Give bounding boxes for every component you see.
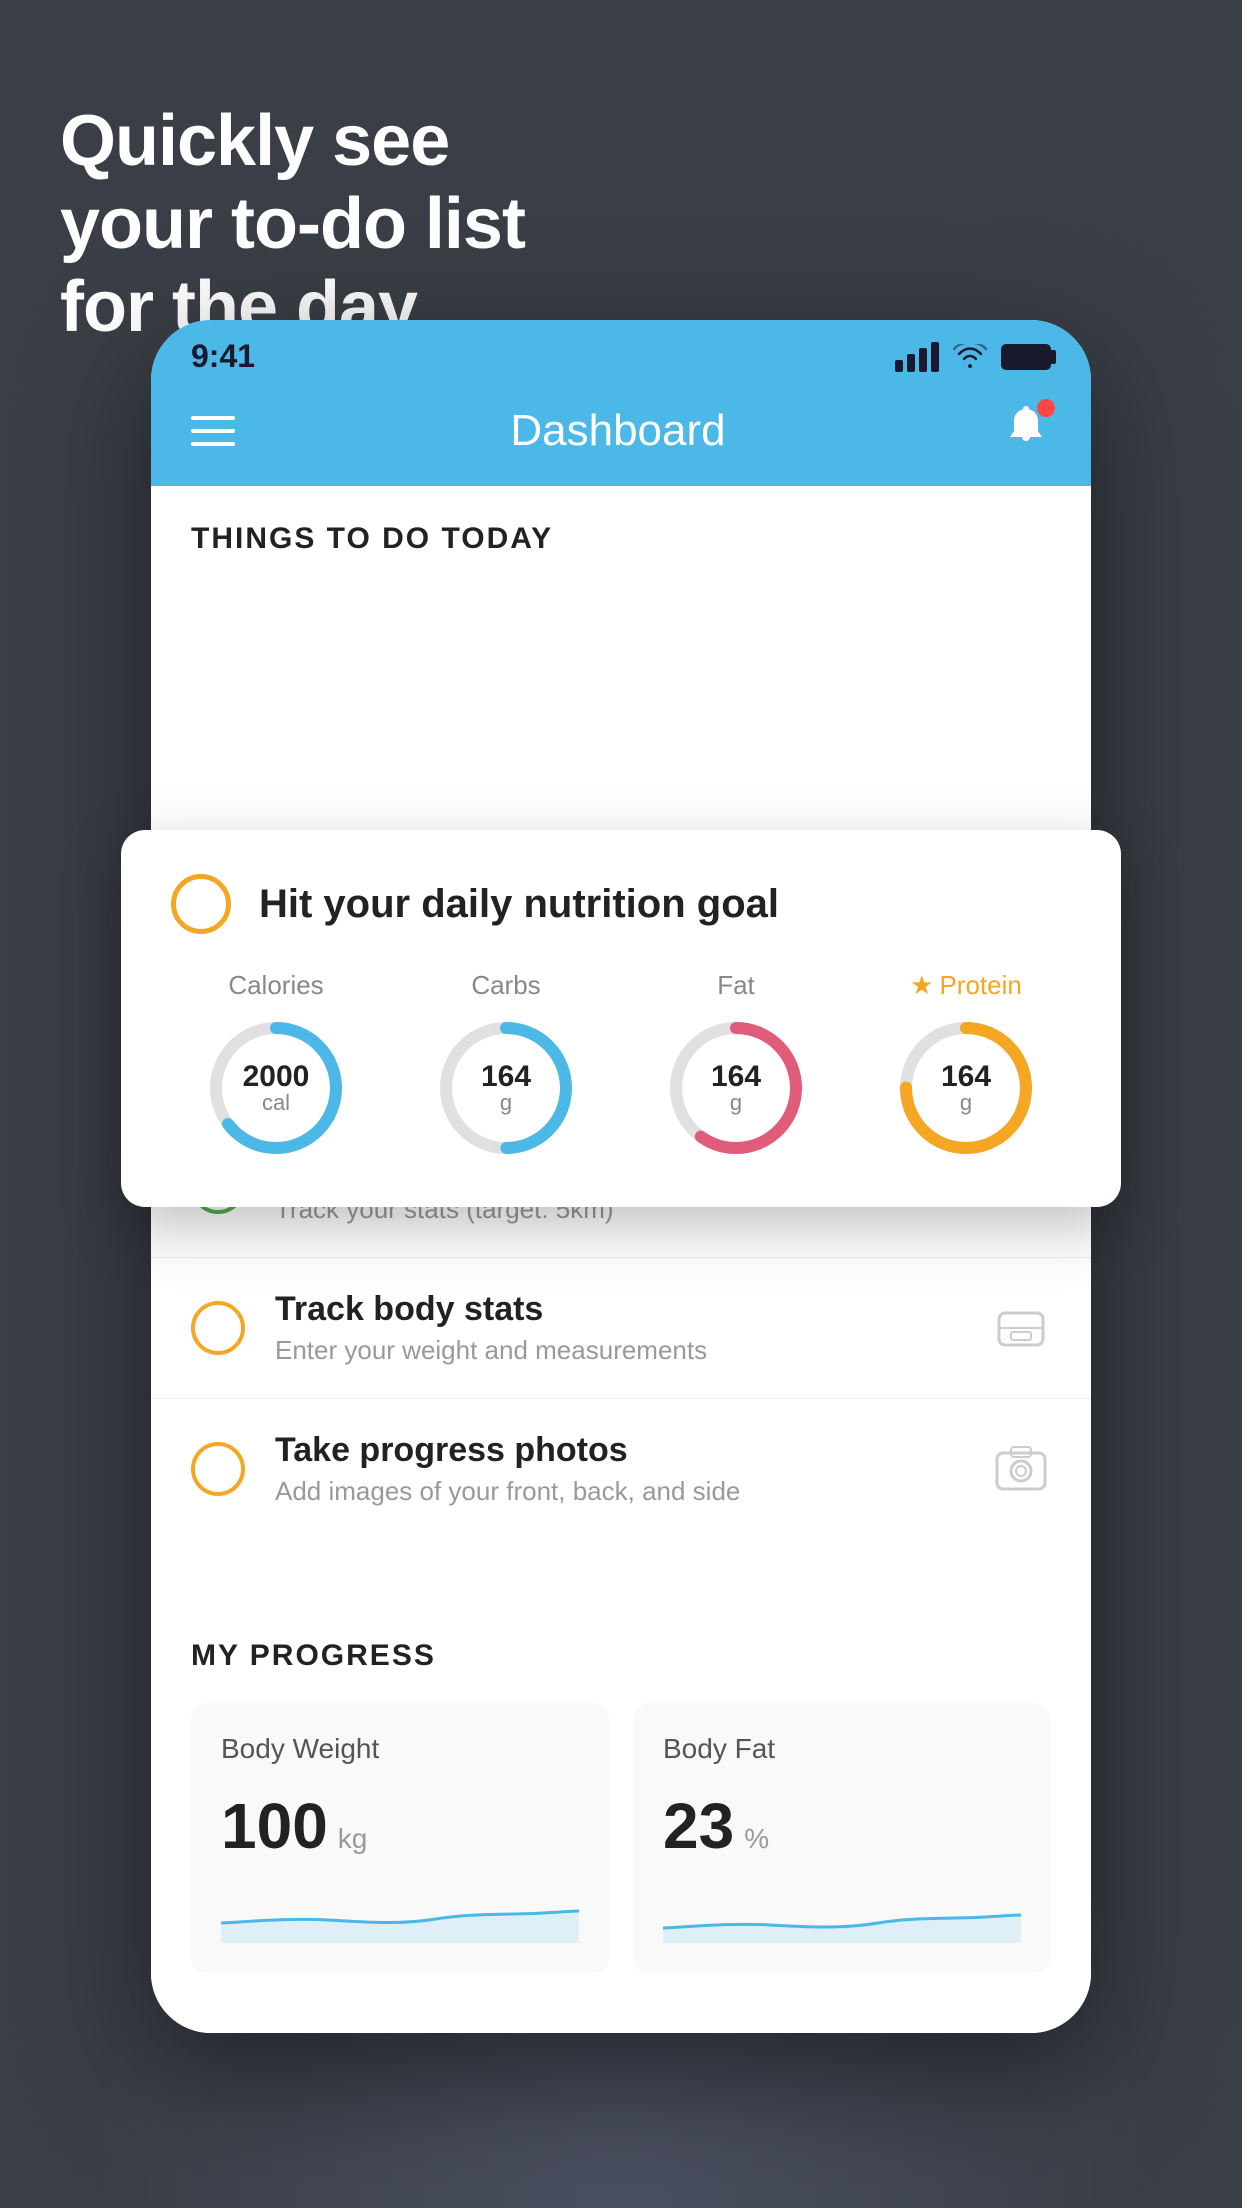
hero-line2: your to-do list [60,183,525,266]
progress-section: MY PROGRESS Body Weight 100 kg [151,1599,1091,2033]
notification-badge [1037,399,1055,417]
body-weight-title: Body Weight [221,1733,579,1765]
status-icons [895,342,1051,372]
notifications-button[interactable] [1001,403,1051,458]
nutrition-card: Hit your daily nutrition goal Calories 2… [121,830,1121,1207]
body-fat-unit: % [744,1823,769,1855]
carbs-donut: 164 g [431,1013,581,1163]
todo-info-photos: Take progress photos Add images of your … [275,1431,961,1507]
todo-name-body-stats: Track body stats [275,1290,961,1329]
star-icon: ★ [910,970,933,1001]
protein-value: 164 g [941,1060,991,1116]
calories-label: Calories [228,970,323,1001]
menu-button[interactable] [191,416,235,446]
nutrition-item-calories: Calories 2000 cal [201,970,351,1163]
progress-title: MY PROGRESS [191,1639,1051,1673]
body-weight-value: 100 kg [221,1789,579,1863]
hero-line1: Quickly see [60,100,525,183]
signal-bar-1 [895,360,903,372]
nutrition-item-protein: ★ Protein 164 g [891,970,1041,1163]
protein-label: ★ Protein [910,970,1022,1001]
fat-label: Fat [717,970,755,1001]
nutrition-check-circle[interactable] [171,874,231,934]
battery-icon [1001,344,1051,370]
progress-card-fat: Body Fat 23 % [633,1703,1051,1973]
todo-item-body-stats[interactable]: Track body stats Enter your weight and m… [151,1257,1091,1398]
signal-bar-4 [931,342,939,372]
protein-donut: 164 g [891,1013,1041,1163]
photo-icon [991,1439,1051,1499]
todo-sub-photos: Add images of your front, back, and side [275,1476,961,1507]
todo-check-photos[interactable] [191,1442,245,1496]
todo-check-body-stats[interactable] [191,1301,245,1355]
body-weight-number: 100 [221,1789,328,1863]
progress-grid: Body Weight 100 kg Body Fat [191,1703,1051,1973]
header-title: Dashboard [510,406,725,456]
calories-value: 2000 cal [243,1060,310,1116]
nutrition-grid: Calories 2000 cal Carbs [171,970,1071,1163]
signal-bar-2 [907,354,915,372]
body-weight-unit: kg [338,1823,368,1855]
nutrition-item-fat: Fat 164 g [661,970,811,1163]
todo-sub-body-stats: Enter your weight and measurements [275,1335,961,1366]
progress-card-weight: Body Weight 100 kg [191,1703,609,1973]
wifi-icon [953,344,987,370]
calories-donut: 2000 cal [201,1013,351,1163]
weight-chart [221,1883,579,1943]
carbs-label: Carbs [471,970,540,1001]
body-fat-title: Body Fat [663,1733,1021,1765]
nutrition-card-title: Hit your daily nutrition goal [259,882,779,927]
todo-info-body-stats: Track body stats Enter your weight and m… [275,1290,961,1366]
signal-icon [895,342,939,372]
status-time: 9:41 [191,338,255,375]
section-gap [151,1539,1091,1599]
scale-icon [991,1298,1051,1358]
fat-chart [663,1883,1021,1943]
signal-bar-3 [919,348,927,372]
things-to-do-title: THINGS TO DO TODAY [151,486,1091,576]
content-area: THINGS TO DO TODAY Running Track your st… [151,486,1091,2033]
app-header: Dashboard [151,385,1091,486]
status-bar: 9:41 [151,320,1091,385]
fat-value: 164 g [711,1060,761,1116]
hero-text: Quickly see your to-do list for the day. [60,100,525,348]
body-fat-number: 23 [663,1789,734,1863]
fat-donut: 164 g [661,1013,811,1163]
todo-name-photos: Take progress photos [275,1431,961,1470]
card-header: Hit your daily nutrition goal [171,874,1071,934]
body-fat-value: 23 % [663,1789,1021,1863]
todo-item-photos[interactable]: Take progress photos Add images of your … [151,1398,1091,1539]
nutrition-item-carbs: Carbs 164 g [431,970,581,1163]
carbs-value: 164 g [481,1060,531,1116]
